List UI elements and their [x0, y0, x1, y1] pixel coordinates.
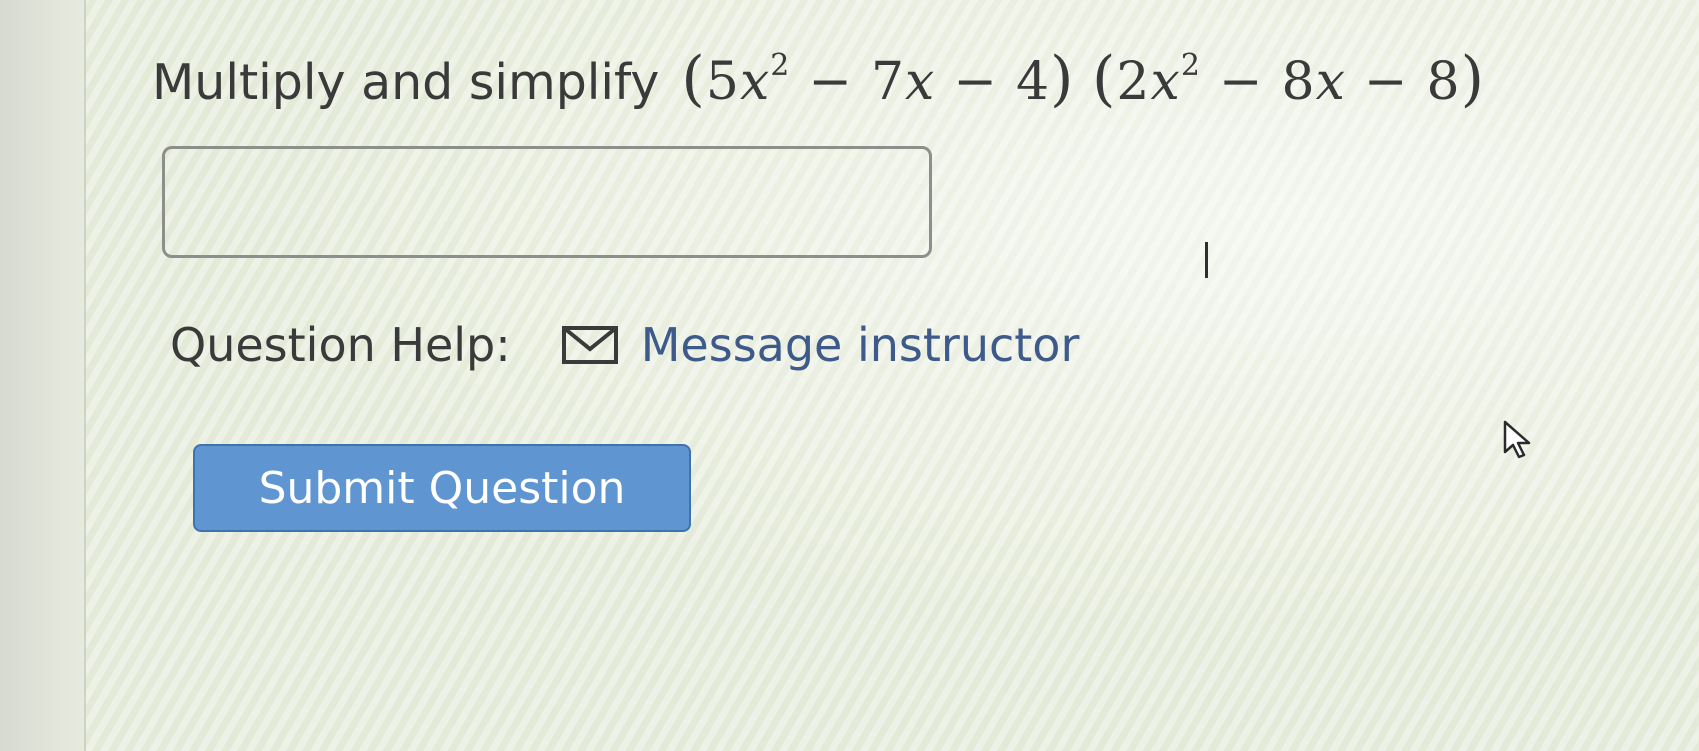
page-left-edge	[0, 0, 86, 751]
submit-question-button[interactable]: Submit Question	[193, 444, 691, 532]
math-constant: 8	[1426, 52, 1461, 112]
math-minus: −	[808, 52, 853, 112]
math-close-paren-1: )	[1050, 44, 1075, 114]
question-line: Multiply and simplify (5x2−7x −4) (2x2−8x…	[152, 44, 1485, 114]
math-close-paren-2: )	[1460, 44, 1486, 114]
math-term-coef: 8	[1281, 52, 1316, 112]
mouse-pointer-icon	[1502, 420, 1534, 460]
math-variable: x	[739, 52, 771, 112]
message-instructor-link[interactable]: Message instructor	[641, 318, 1080, 372]
math-expression: (5x2−7x −4) (2x2−8x −8)	[681, 44, 1485, 114]
math-open-paren-1: (	[681, 44, 706, 114]
math-term-coef: 7	[870, 52, 906, 112]
math-term-coef: 2	[1116, 52, 1151, 112]
math-minus: −	[1218, 52, 1264, 112]
math-constant: 4	[1015, 52, 1051, 112]
math-open-paren-2: (	[1091, 44, 1117, 114]
math-minus: −	[953, 52, 998, 112]
answer-input[interactable]	[162, 146, 932, 258]
math-variable: x	[1315, 52, 1346, 112]
math-exponent: 2	[1180, 48, 1201, 83]
math-minus: −	[1363, 52, 1409, 112]
math-exponent: 2	[770, 48, 791, 83]
math-term-coef: 5	[705, 52, 740, 112]
math-variable: x	[905, 52, 936, 112]
mail-icon[interactable]	[561, 325, 619, 365]
text-cursor-icon	[1205, 242, 1208, 278]
math-variable: x	[1150, 52, 1181, 112]
question-help-row: Question Help: Message instructor	[170, 318, 1079, 372]
question-prompt: Multiply and simplify	[152, 54, 660, 111]
question-help-label: Question Help:	[170, 318, 511, 372]
